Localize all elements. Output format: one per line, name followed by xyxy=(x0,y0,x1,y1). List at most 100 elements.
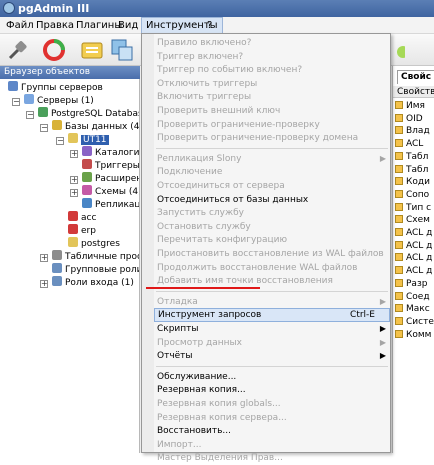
create-object-icon[interactable] xyxy=(110,38,134,62)
database-server-icon xyxy=(38,107,48,117)
tree-label: UT11 xyxy=(81,135,109,145)
menu-item-label: Резервная копия... xyxy=(157,385,246,396)
menu-item-label: Остановить службу xyxy=(157,221,251,232)
menu-item[interactable]: Восстановить... xyxy=(154,424,390,438)
property-row[interactable]: Сопо xyxy=(395,189,429,201)
property-row[interactable]: Комм xyxy=(395,329,431,341)
refresh-icon[interactable] xyxy=(42,38,66,62)
menu-item-label: Включить триггеры xyxy=(157,92,252,103)
property-row[interactable]: ACL д xyxy=(395,252,432,264)
expand-toggle[interactable]: + xyxy=(40,254,48,262)
menu-view[interactable]: Вид xyxy=(114,17,142,34)
property-name: Коди xyxy=(406,177,430,188)
tree-node-ut11[interactable]: UT11 xyxy=(68,133,109,146)
menu-item[interactable]: Инструмент запросов Ctrl-E xyxy=(154,308,390,323)
menu-item-label: Проверить ограничение-проверку xyxy=(157,119,320,130)
tree-node-event-triggers[interactable]: Триггеры п xyxy=(82,159,140,172)
tree-label: Триггеры п xyxy=(95,161,140,171)
property-icon xyxy=(395,101,403,109)
tree-label: postgres xyxy=(81,239,120,249)
menu-item-label: Репликация Slony xyxy=(157,153,242,164)
expand-toggle[interactable]: + xyxy=(70,176,78,184)
tree-node-schemas[interactable]: Схемы (4) xyxy=(82,185,140,198)
menu-item[interactable]: Обслуживание... xyxy=(154,370,390,384)
databases-icon xyxy=(52,120,62,130)
property-row[interactable]: ACL xyxy=(395,138,423,150)
menu-item[interactable]: Скрипты ▶ xyxy=(154,322,390,336)
property-row[interactable]: Тип с xyxy=(395,202,431,214)
disconnected-database-icon xyxy=(68,224,78,234)
tree-node-servers[interactable]: Серверы (1) xyxy=(24,94,94,107)
collapse-toggle[interactable]: − xyxy=(40,124,48,132)
collapse-toggle[interactable]: − xyxy=(12,98,20,106)
expand-toggle[interactable]: + xyxy=(70,189,78,197)
property-name: Табл xyxy=(406,151,429,162)
tree-node-tablespaces[interactable]: Табличные простр xyxy=(52,250,139,263)
menu-item-shortcut: Ctrl-E xyxy=(350,310,375,321)
tree-node-databases[interactable]: Базы данных (4) xyxy=(52,120,139,133)
tree-node-extensions[interactable]: Расширени xyxy=(82,172,139,185)
property-row[interactable]: Систе xyxy=(395,316,434,328)
collapse-toggle[interactable]: − xyxy=(26,111,34,119)
menu-item-label: Отчёты xyxy=(157,351,193,362)
database-icon xyxy=(68,133,78,143)
expand-toggle[interactable]: + xyxy=(40,280,48,288)
menu-item-label: Резервная копия сервера... xyxy=(157,412,287,423)
menu-item-label: Подключение xyxy=(157,167,223,178)
menu-item-label: Триггер включен? xyxy=(157,51,244,62)
property-row[interactable]: Табл xyxy=(395,164,428,176)
menu-item-label: Отсоединиться от сервера xyxy=(157,181,285,191)
property-row[interactable]: Макс xyxy=(395,303,430,315)
tree-node-replication[interactable]: Репликаци xyxy=(82,198,139,211)
collapse-toggle[interactable]: − xyxy=(56,137,64,145)
menu-item-label: Отключить триггеры xyxy=(157,78,258,89)
property-row[interactable]: ACL д xyxy=(395,240,432,252)
tree-node-postgresql-server[interactable]: PostgreSQL Database S xyxy=(38,107,139,120)
tree-node-catalogs[interactable]: Каталоги ( xyxy=(82,146,140,159)
property-row[interactable]: Соед xyxy=(395,291,430,303)
property-row[interactable]: Коди xyxy=(395,176,430,188)
tree-node-postgres[interactable]: postgres xyxy=(68,237,120,250)
property-row[interactable]: Имя xyxy=(395,100,425,112)
menu-item[interactable]: Отчёты ▶ xyxy=(154,349,390,363)
properties-folder-icon[interactable] xyxy=(80,38,104,62)
login-roles-icon xyxy=(52,276,62,286)
window-title: pgAdmin III xyxy=(18,2,90,15)
tree-node-erp[interactable]: erp xyxy=(68,224,96,237)
menu-item[interactable]: Резервная копия... xyxy=(154,383,390,397)
menu-item: Триггер включен? xyxy=(154,50,390,64)
property-name: OID xyxy=(406,113,423,124)
tab-properties[interactable]: Свойс xyxy=(397,70,434,84)
tablespace-icon xyxy=(52,250,62,260)
property-row[interactable]: Табл xyxy=(395,151,428,163)
property-row[interactable]: ACL д xyxy=(395,265,432,277)
menu-separator xyxy=(156,290,388,292)
menu-bar: Файл Правка Плагины Вид Инструменты ? xyxy=(0,17,434,34)
tree-node-group-roles[interactable]: Групповые роли (0 xyxy=(52,263,139,276)
menu-item-label: Правило включено? xyxy=(157,38,252,48)
menu-item[interactable]: Отсоединиться от базы данных xyxy=(154,193,390,207)
tree-node-server-groups[interactable]: Группы серверов xyxy=(8,81,103,94)
connect-plug-icon[interactable] xyxy=(6,38,30,62)
property-row[interactable]: ACL д xyxy=(395,227,432,239)
help-icon[interactable] xyxy=(395,38,409,62)
property-name: Имя xyxy=(406,101,425,111)
expand-toggle[interactable]: + xyxy=(70,150,78,158)
menu-item: Остановить службу xyxy=(154,220,390,234)
tree-node-login-roles[interactable]: Роли входа (1) xyxy=(52,276,134,289)
property-row[interactable]: Разр xyxy=(395,278,427,290)
menu-item: Приостановить восстановление из WAL файл… xyxy=(154,247,390,261)
property-row[interactable]: Влад xyxy=(395,125,430,137)
title-bar: pgAdmin III xyxy=(0,0,434,17)
properties-column-header[interactable]: Свойств xyxy=(393,86,434,98)
property-row[interactable]: Схем xyxy=(395,214,430,226)
tree-label: Каталоги ( xyxy=(95,148,140,158)
menu-item-label: Обслуживание... xyxy=(157,371,237,382)
property-row[interactable]: OID xyxy=(395,113,423,125)
menu-item-label: Резервная копия globals... xyxy=(157,399,281,409)
tree-label: Схемы (4) xyxy=(95,187,140,197)
tree-node-acc[interactable]: acc xyxy=(68,211,96,224)
menu-help[interactable]: ? xyxy=(203,17,216,34)
menu-item-label: Запустить службу xyxy=(157,208,244,219)
menu-gutter xyxy=(142,34,154,452)
